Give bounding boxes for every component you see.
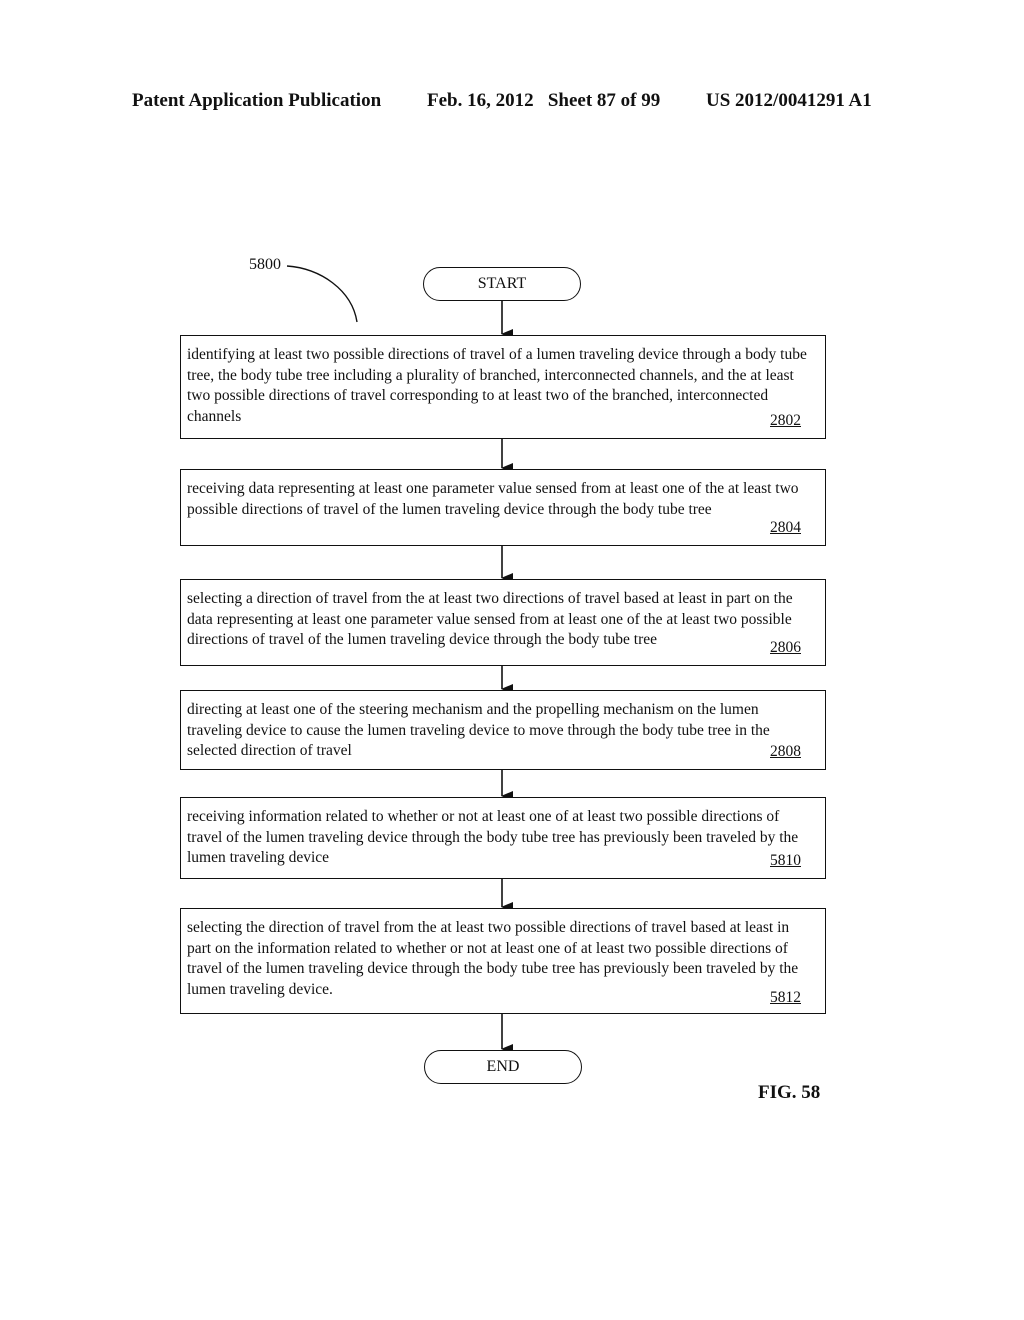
step-number: 2806: [770, 639, 801, 657]
step-box-2808: directing at least one of the steering m…: [180, 690, 826, 770]
step-number: 5812: [770, 989, 801, 1007]
step-text: selecting a direction of travel from the…: [187, 590, 793, 649]
step-box-2804: receiving data representing at least one…: [180, 469, 826, 546]
step-number: 2804: [770, 519, 801, 537]
figure-label: FIG. 58: [758, 1082, 821, 1103]
start-label: START: [477, 275, 527, 292]
step-number: 5810: [770, 852, 801, 870]
step-box-5812: selecting the direction of travel from t…: [180, 908, 826, 1014]
step-text: receiving information related to whether…: [187, 808, 799, 867]
step-text: receiving data representing at least one…: [187, 480, 799, 518]
step-number: 2808: [770, 743, 801, 761]
publication-date-sheet: Feb. 16, 2012 Sheet 87 of 99: [427, 90, 661, 111]
flowchart-reference-label: 5800: [249, 256, 281, 273]
step-box-2806: selecting a direction of travel from the…: [180, 579, 826, 666]
step-number: 2802: [770, 412, 801, 430]
end-terminal: END: [424, 1050, 582, 1084]
end-label: END: [486, 1058, 520, 1075]
step-box-5810: receiving information related to whether…: [180, 797, 826, 879]
publication-number: US 2012/0041291 A1: [706, 90, 872, 111]
start-terminal: START: [423, 267, 581, 301]
reference-leader-line: [286, 265, 358, 323]
step-text: identifying at least two possible direct…: [187, 346, 807, 425]
publication-title: Patent Application Publication: [132, 90, 382, 111]
step-text: selecting the direction of travel from t…: [187, 919, 799, 998]
step-box-2802: identifying at least two possible direct…: [180, 335, 826, 439]
step-text: directing at least one of the steering m…: [187, 701, 770, 760]
